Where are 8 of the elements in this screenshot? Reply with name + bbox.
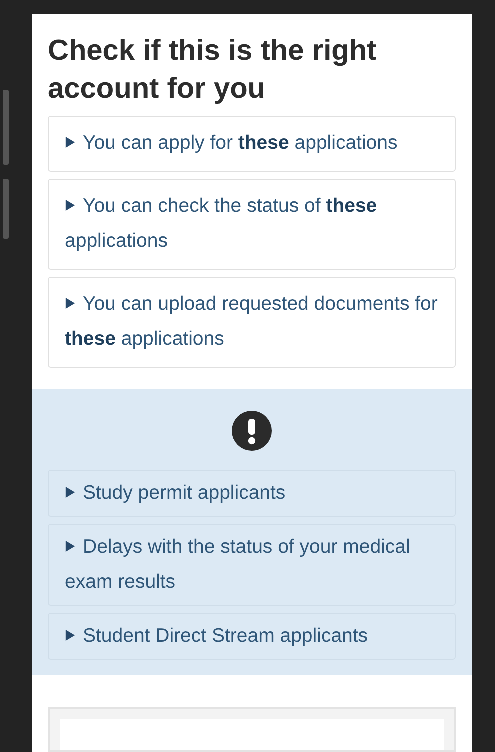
alert-icon: [232, 411, 272, 451]
disclosure-summary[interactable]: You can check the status of these applications: [48, 179, 456, 270]
disclosure-summary[interactable]: Delays with the status of your medical exam results: [48, 524, 456, 606]
disclosure-summary[interactable]: You can apply for these applications: [48, 116, 456, 172]
disclosure-summary[interactable]: Student Direct Stream applicants: [48, 613, 456, 660]
disclosure-summary[interactable]: Study permit applicants: [48, 470, 456, 517]
page-heading: Check if this is the right account for you: [48, 34, 378, 107]
disclosure-summary[interactable]: You can upload requested documents for these applications: [48, 277, 456, 368]
